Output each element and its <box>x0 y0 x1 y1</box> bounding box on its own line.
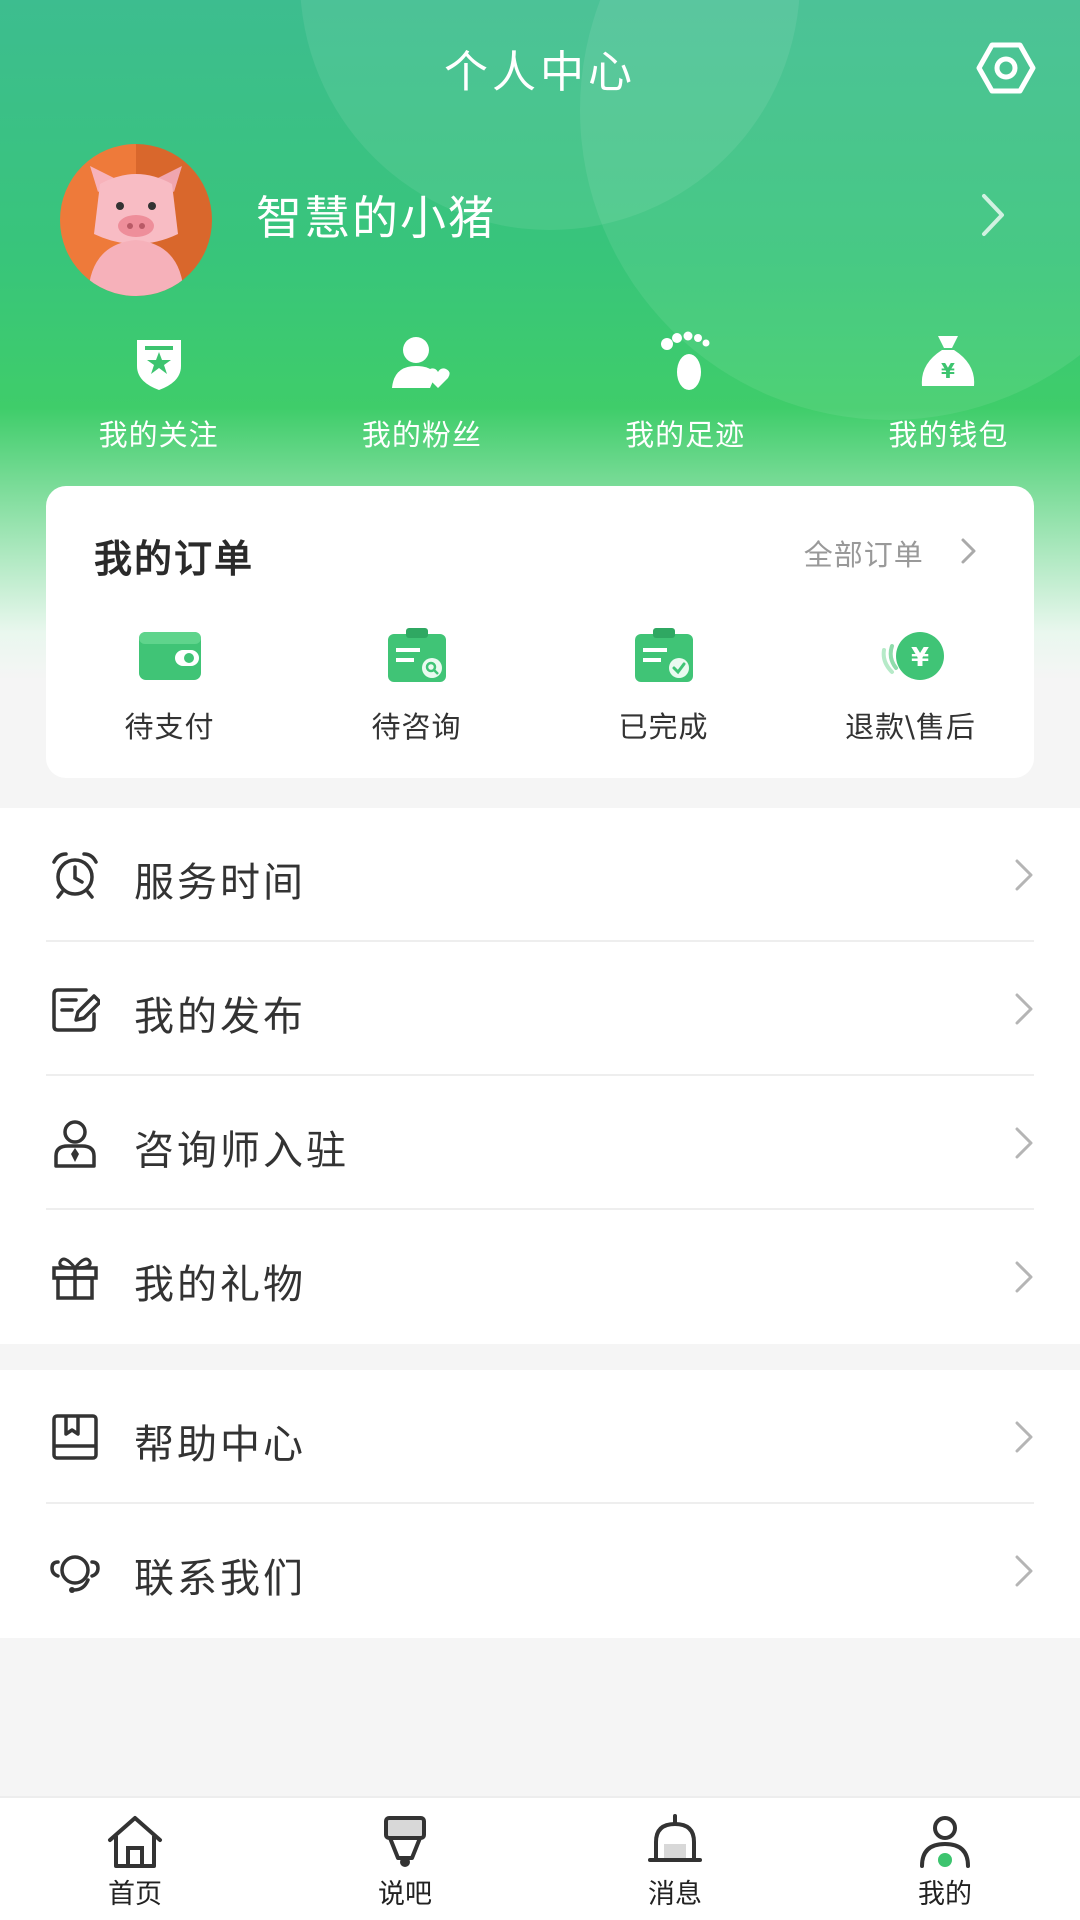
profile-icon <box>920 1816 970 1868</box>
edit-document-icon <box>52 988 100 1032</box>
quick-links: 我的关注 我的粉丝 我的足迹 ¥ 我的钱包 <box>0 330 1080 460</box>
tab-talk[interactable]: 说吧 <box>270 1798 540 1920</box>
username: 智慧的小猪 <box>256 191 496 245</box>
pig-avatar-icon <box>60 144 212 296</box>
all-orders-link[interactable]: 全部订单 <box>804 532 974 574</box>
order-refund[interactable]: ¥ 退款\售后 <box>787 628 1034 746</box>
quick-link-wallet[interactable]: ¥ 我的钱包 <box>817 330 1080 460</box>
chevron-right-icon <box>1015 1421 1033 1453</box>
chevron-right-icon <box>961 538 976 564</box>
menu-item-service-time[interactable]: 服务时间 <box>46 808 1034 942</box>
order-status-label: 退款\售后 <box>845 710 976 744</box>
quick-link-label: 我的关注 <box>98 418 219 452</box>
chevron-right-icon <box>1015 993 1033 1025</box>
refund-yen-icon: ¥ <box>881 632 944 680</box>
chevron-right-icon <box>1015 1261 1033 1293</box>
shield-star-icon <box>136 340 181 390</box>
quick-link-label: 我的足迹 <box>625 418 746 452</box>
consultant-icon <box>54 1120 96 1168</box>
money-bag-icon: ¥ <box>922 336 975 386</box>
quick-link-label: 我的钱包 <box>888 418 1009 452</box>
order-status-label: 已完成 <box>618 710 709 744</box>
svg-text:¥: ¥ <box>910 643 928 673</box>
settings-hexagon-icon[interactable] <box>976 42 1036 94</box>
order-card: 我的订单 全部订单 待支付 待咨询 已完成 ¥ 退款\售后 <box>46 486 1034 778</box>
talk-icon <box>384 1816 426 1867</box>
order-status-list: 待支付 待咨询 已完成 ¥ 退款\售后 <box>46 628 1034 746</box>
tab-messages[interactable]: 消息 <box>540 1798 810 1920</box>
menu-item-label: 服务时间 <box>134 860 306 906</box>
gift-icon <box>52 1257 98 1300</box>
footprint-icon <box>661 331 710 390</box>
menu-item-label: 我的发布 <box>134 994 306 1040</box>
order-completed[interactable]: 已完成 <box>540 628 787 746</box>
clipboard-check-icon <box>634 628 693 682</box>
all-orders-label: 全部订单 <box>803 538 924 572</box>
chevron-right-icon <box>1015 1555 1033 1587</box>
tab-label: 说吧 <box>378 1879 432 1910</box>
quick-link-footprint[interactable]: 我的足迹 <box>554 330 817 460</box>
menu-item-help-center[interactable]: 帮助中心 <box>46 1370 1034 1504</box>
menu-group-primary: 服务时间 我的发布 咨询师入驻 我的礼物 <box>0 808 1080 1344</box>
quick-link-label: 我的粉丝 <box>361 418 482 452</box>
page-title: 个人中心 <box>444 47 636 98</box>
menu-item-my-posts[interactable]: 我的发布 <box>46 942 1034 1076</box>
quick-link-fans[interactable]: 我的粉丝 <box>290 330 553 460</box>
order-status-label: 待支付 <box>124 710 215 744</box>
avatar[interactable] <box>60 144 212 296</box>
menu-item-label: 我的礼物 <box>134 1262 306 1308</box>
alarm-clock-icon <box>52 852 98 899</box>
user-heart-icon <box>391 337 450 388</box>
tab-profile[interactable]: 我的 <box>810 1798 1080 1920</box>
chevron-right-icon <box>1015 1127 1033 1159</box>
home-icon <box>108 1816 162 1868</box>
tab-label: 我的 <box>918 1879 972 1910</box>
help-book-icon <box>52 1414 98 1460</box>
tab-label: 消息 <box>648 1879 702 1910</box>
menu-item-consultant-join[interactable]: 咨询师入驻 <box>46 1076 1034 1210</box>
order-pending-payment[interactable]: 待支付 <box>46 628 293 746</box>
bottom-tab-bar: 首页 说吧 消息 我的 <box>0 1796 1080 1920</box>
menu-item-contact-us[interactable]: 联系我们 <box>46 1504 1034 1638</box>
quick-link-follow[interactable]: 我的关注 <box>27 330 290 460</box>
headset-icon <box>50 1555 100 1593</box>
menu-item-my-gifts[interactable]: 我的礼物 <box>46 1210 1034 1344</box>
svg-text:¥: ¥ <box>941 359 955 383</box>
order-status-label: 待咨询 <box>371 710 462 744</box>
menu-item-label: 联系我们 <box>134 1556 306 1602</box>
wallet-icon <box>138 632 201 680</box>
menu-item-label: 帮助中心 <box>134 1422 306 1468</box>
chevron-right-icon <box>1015 859 1033 891</box>
clipboard-search-icon <box>387 628 446 682</box>
tab-home[interactable]: 首页 <box>0 1798 270 1920</box>
bell-icon <box>648 1814 702 1862</box>
order-pending-consult[interactable]: 待咨询 <box>293 628 540 746</box>
menu-item-label: 咨询师入驻 <box>134 1128 349 1174</box>
profile-row[interactable]: 智慧的小猪 <box>60 144 1020 310</box>
chevron-right-icon <box>982 194 1004 236</box>
tab-label: 首页 <box>108 1879 162 1910</box>
order-title: 我的订单 <box>94 537 255 581</box>
menu-group-secondary: 帮助中心 联系我们 <box>0 1370 1080 1638</box>
